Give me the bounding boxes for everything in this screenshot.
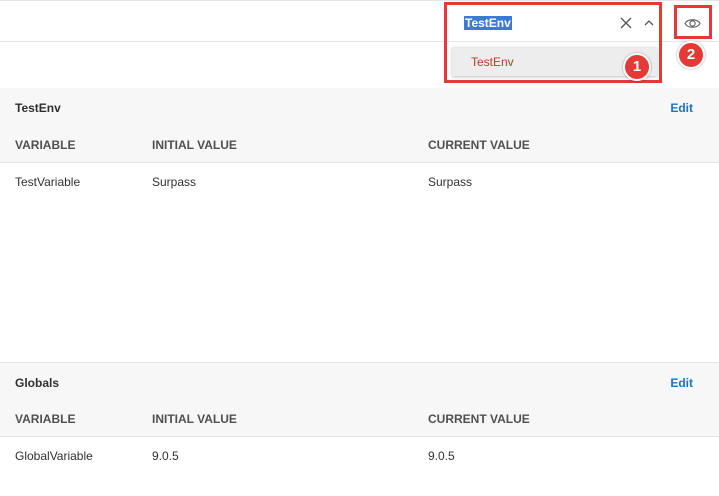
callout-badge-1: 1 [623, 53, 651, 81]
current-value: 9.0.5 [428, 449, 455, 463]
section-title: Globals [15, 376, 60, 390]
table-header: VARIABLE INITIAL VALUE CURRENT VALUE [0, 126, 719, 163]
column-header-variable: VARIABLE [15, 138, 76, 152]
column-header-current-value: CURRENT VALUE [428, 138, 530, 152]
callout-badge-2: 2 [677, 41, 705, 69]
table-row: TestVariable Surpass Surpass [0, 163, 719, 199]
variable-name: TestVariable [15, 175, 81, 189]
column-header-current-value: CURRENT VALUE [428, 412, 530, 426]
initial-value: Surpass [152, 175, 197, 189]
table-row: GlobalVariable 9.0.5 9.0.5 [0, 437, 719, 473]
edit-link[interactable]: Edit [670, 101, 693, 115]
column-header-initial-value: INITIAL VALUE [152, 138, 237, 152]
callout-box-2 [674, 5, 712, 39]
initial-value: 9.0.5 [152, 449, 179, 463]
table-header: VARIABLE INITIAL VALUE CURRENT VALUE [0, 400, 719, 437]
section-header-globals: Globals Edit [0, 363, 719, 401]
column-header-variable: VARIABLE [15, 412, 76, 426]
section-header-testenv: TestEnv Edit [0, 88, 719, 126]
current-value: Surpass [428, 175, 473, 189]
section-title: TestEnv [15, 101, 61, 115]
variable-name: GlobalVariable [15, 449, 93, 463]
edit-link[interactable]: Edit [670, 376, 693, 390]
column-header-initial-value: INITIAL VALUE [152, 412, 237, 426]
